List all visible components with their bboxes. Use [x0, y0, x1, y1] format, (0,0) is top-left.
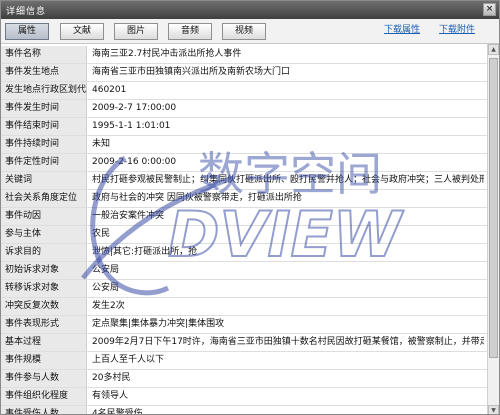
table-row: 事件定性时间 2009-2-16 0:00:00 [1, 154, 487, 172]
table-row: 事件受伤人数 4名民警受伤 [1, 406, 487, 415]
row-label: 事件定性时间 [1, 154, 87, 171]
scroll-down-arrow-icon[interactable]: ▼ [488, 405, 499, 414]
table-row: 事件持续时间 未知 [1, 136, 487, 154]
row-value: 泄愤|其它:打砸派出所，抢 [92, 247, 198, 257]
table-row: 社会关系角度定位 政府与社会的冲突 因同伙被警察带走，打砸派出所抢 [1, 190, 487, 208]
attribute-table: 事件名称 海南三亚2.7村民冲击派出所抢人事件 事件发生地点 海南省三亚市田独镇南兴派… [1, 44, 487, 415]
row-label: 发生地点行政区划代码 [1, 82, 87, 99]
table-row: 事件动因 一般治安案件冲突 [1, 208, 487, 226]
row-label: 诉求目的 [1, 244, 87, 261]
row-value: 上百人至千人以下 [92, 355, 165, 365]
table-row: 参与主体 农民 [1, 226, 487, 244]
row-value: 一般治安案件冲突 [92, 211, 165, 221]
row-value: 2009-2-16 0:00:00 [92, 157, 177, 167]
tab-bar: 属性 文献 图片 音频 视频 下载属性 下载附件 [1, 19, 499, 44]
table-row: 初始诉求对象 公安局 [1, 262, 487, 280]
row-value: 定点聚集|集体暴力冲突|集体围攻 [92, 319, 225, 329]
row-value: 海南三亚2.7村民冲击派出所抢人事件 [92, 49, 242, 59]
table-row: 事件规模 上百人至千人以下 [1, 352, 487, 370]
row-label: 事件结束时间 [1, 118, 87, 135]
table-row: 事件发生地点 海南省三亚市田独镇南兴派出所及南新农场大门口 [1, 64, 487, 82]
row-value: 公安局 [92, 283, 120, 293]
row-value: 政府与社会的冲突 因同伙被警察带走，打砸派出所抢 [92, 193, 302, 203]
row-label: 事件动因 [1, 208, 87, 225]
tab-attributes[interactable]: 属性 [5, 23, 49, 40]
table-row: 事件组织化程度 有领导人 [1, 388, 487, 406]
download-attachments-link[interactable]: 下载附件 [439, 22, 475, 35]
tab-images[interactable]: 图片 [114, 23, 158, 40]
row-value: 未知 [92, 139, 111, 149]
tab-audio[interactable]: 音频 [168, 23, 212, 40]
row-label: 基本过程 [1, 334, 87, 351]
details-window: 详细信息 × 属性 文献 图片 音频 视频 下载属性 下载附件 事件名称 海南三亚… [0, 0, 500, 415]
row-label: 事件名称 [1, 46, 87, 63]
tab-video[interactable]: 视频 [222, 23, 266, 40]
row-label: 转移诉求对象 [1, 280, 87, 297]
row-label: 事件受伤人数 [1, 406, 87, 414]
row-label: 事件组织化程度 [1, 388, 87, 405]
row-value: 4名民警受伤 [92, 409, 143, 415]
window-title: 详细信息 [6, 7, 47, 17]
table-row: 事件表现形式 定点聚集|集体暴力冲突|集体围攻 [1, 316, 487, 334]
row-value: 发生2次 [92, 301, 125, 311]
row-label: 事件规模 [1, 352, 87, 369]
row-value: 村民打砸参观被民警制止；纠集同伙打砸派出所、殴打民警并抢人；社会与政府冲突；三人… [92, 175, 484, 185]
row-value: 海南省三亚市田独镇南兴派出所及南新农场大门口 [92, 67, 291, 77]
row-value: 460201 [92, 85, 127, 95]
table-row: 基本过程 2009年2月7日下午17时许，海南省三亚市田独镇十数名村民因故打砸某餐… [1, 334, 487, 352]
table-row: 事件结束时间 1995-1-1 1:01:01 [1, 118, 487, 136]
vertical-scrollbar[interactable]: ▲ ▼ [487, 44, 499, 414]
title-bar[interactable]: 详细信息 × [1, 1, 499, 19]
row-label: 冲突反复次数 [1, 298, 87, 315]
close-icon[interactable]: × [483, 3, 496, 16]
row-label: 关键词 [1, 172, 87, 189]
table-row: 事件名称 海南三亚2.7村民冲击派出所抢人事件 [1, 46, 487, 64]
row-label: 参与主体 [1, 226, 87, 243]
row-value: 农民 [92, 229, 111, 239]
tab-documents[interactable]: 文献 [60, 23, 104, 40]
row-value: 公安局 [92, 265, 120, 275]
row-label: 事件表现形式 [1, 316, 87, 333]
row-value: 有领导人 [92, 391, 129, 401]
scroll-up-arrow-icon[interactable]: ▲ [488, 44, 499, 55]
table-row: 转移诉求对象 公安局 [1, 280, 487, 298]
table-row: 发生地点行政区划代码 460201 [1, 82, 487, 100]
row-label: 事件发生地点 [1, 64, 87, 81]
scrollbar-thumb[interactable] [489, 58, 498, 358]
row-label: 事件发生时间 [1, 100, 87, 117]
download-attributes-link[interactable]: 下载属性 [384, 22, 420, 35]
row-value: 2009年2月7日下午17时许，海南省三亚市田独镇十数名村民因故打砸某餐馆，被警… [92, 337, 484, 347]
table-row: 关键词 村民打砸参观被民警制止；纠集同伙打砸派出所、殴打民警并抢人；社会与政府冲突… [1, 172, 487, 190]
table-row: 诉求目的 泄愤|其它:打砸派出所，抢 [1, 244, 487, 262]
table-row: 事件参与人数 20多村民 [1, 370, 487, 388]
table-row: 事件发生时间 2009-2-7 17:00:00 [1, 100, 487, 118]
table-row: 冲突反复次数 发生2次 [1, 298, 487, 316]
row-value: 2009-2-7 17:00:00 [92, 103, 177, 113]
row-value: 1995-1-1 1:01:01 [92, 121, 171, 131]
row-label: 事件持续时间 [1, 136, 87, 153]
row-label: 事件参与人数 [1, 370, 87, 387]
row-value: 20多村民 [92, 373, 131, 383]
row-label: 初始诉求对象 [1, 262, 87, 279]
row-label: 社会关系角度定位 [1, 190, 87, 207]
